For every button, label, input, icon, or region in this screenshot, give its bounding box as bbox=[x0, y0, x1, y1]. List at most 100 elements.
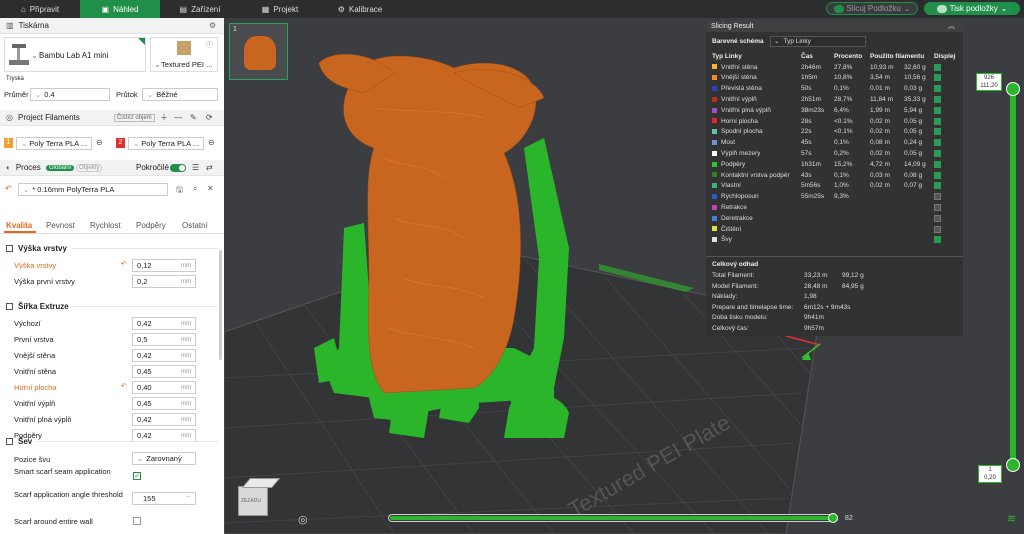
tab-project[interactable]: ▦ Projekt bbox=[240, 0, 320, 18]
printer-select-chevron: ⌄ bbox=[31, 51, 38, 60]
smart-scarf-checkbox[interactable]: ✓ bbox=[133, 472, 141, 480]
scarf-entire-wall-checkbox[interactable] bbox=[133, 517, 141, 525]
tab-preview[interactable]: ▣ Náhled bbox=[80, 0, 160, 18]
line-type-name: Spodní plocha bbox=[721, 128, 763, 136]
scarf-angle-input[interactable]: 155 ⌃ bbox=[132, 492, 196, 505]
print-plate-button[interactable]: Tisk podložky ⌄ bbox=[924, 2, 1020, 15]
layer-top-thumb[interactable] bbox=[1006, 82, 1020, 96]
toggle-global[interactable]: Globální bbox=[46, 164, 75, 171]
camera-icon[interactable]: ◎ bbox=[298, 513, 308, 526]
display-checkbox[interactable] bbox=[934, 203, 941, 211]
search-icon[interactable]: ⌕ bbox=[193, 184, 197, 194]
display-checkbox[interactable] bbox=[934, 128, 941, 136]
reset-value-icon[interactable]: ↶ bbox=[121, 260, 127, 268]
display-cell bbox=[932, 127, 957, 138]
display-checkbox[interactable] bbox=[934, 160, 941, 168]
outer-wall-width-input[interactable]: 0,42 mm bbox=[132, 349, 196, 362]
display-checkbox[interactable] bbox=[934, 236, 941, 244]
filament-item[interactable]: 2 ⌄ Poly Terra PLA ... ⊖ bbox=[116, 136, 220, 151]
clean-volume-button[interactable]: Čistící objem bbox=[114, 113, 155, 122]
process-preset-select[interactable]: ⌄ * 0.16mm PolyTerra PLA bbox=[18, 183, 168, 196]
display-checkbox[interactable] bbox=[934, 139, 941, 147]
solid-infill-width-input[interactable]: 0,42 mm bbox=[132, 413, 196, 426]
printer-card[interactable]: ⌄ Bambu Lab A1 mini bbox=[4, 37, 146, 72]
display-checkbox[interactable] bbox=[934, 214, 941, 222]
info-icon[interactable]: ⓘ bbox=[206, 40, 213, 50]
display-cell bbox=[932, 159, 957, 170]
diameter-select[interactable]: ⌄ 0.4 bbox=[30, 88, 110, 101]
line-type-cell: Rychloposun bbox=[710, 191, 799, 202]
sidebar-scrollbar[interactable] bbox=[219, 250, 222, 360]
process-section-header: ◐ Proces Globální Objekty Pokročilé ☰ ⇄ bbox=[0, 160, 224, 176]
filament-select[interactable]: ⌄ Poly Terra PLA ... bbox=[128, 137, 204, 150]
save-icon[interactable]: 🖫 bbox=[176, 184, 183, 198]
percent-cell bbox=[832, 202, 868, 213]
advanced-toggle[interactable] bbox=[170, 163, 186, 172]
display-checkbox[interactable] bbox=[934, 149, 941, 157]
move-slider-thumb[interactable] bbox=[828, 513, 838, 523]
reset-icon[interactable]: ↶ bbox=[5, 184, 12, 193]
display-checkbox[interactable] bbox=[934, 171, 941, 179]
first-layer-height-input[interactable]: 0,2 mm bbox=[132, 275, 196, 288]
display-cell bbox=[932, 181, 957, 192]
layer-height-input[interactable]: 0,12 mm bbox=[132, 259, 196, 272]
display-checkbox[interactable] bbox=[934, 117, 941, 125]
filament-item[interactable]: 1 ⌄ Poly Terra PLA ... ⊖ bbox=[4, 136, 108, 151]
filament-cell: 4,72 m 14,09 g bbox=[868, 159, 932, 170]
remove-filament-icon[interactable]: — bbox=[174, 113, 182, 122]
display-checkbox[interactable] bbox=[934, 106, 941, 114]
remove-icon[interactable]: ⊖ bbox=[208, 138, 215, 147]
display-checkbox[interactable] bbox=[934, 74, 941, 82]
tab-prepare[interactable]: ⌂ Připravit bbox=[0, 0, 80, 18]
list-icon[interactable]: ☰ bbox=[192, 163, 199, 172]
display-checkbox[interactable] bbox=[934, 85, 941, 93]
collapse-icon[interactable]: ︽ bbox=[948, 21, 955, 31]
filament-length: 1,99 m bbox=[870, 106, 890, 114]
remove-icon[interactable]: ⊖ bbox=[96, 138, 103, 147]
display-checkbox[interactable] bbox=[934, 225, 941, 233]
compare-icon[interactable]: ⇄ bbox=[206, 163, 213, 172]
line-type-name: Most bbox=[721, 139, 736, 147]
view-cube[interactable]: ZEZADU bbox=[238, 478, 281, 520]
plate-thumbnail[interactable]: 1 bbox=[229, 23, 288, 80]
default-width-input[interactable]: 0,42 mm bbox=[132, 317, 196, 330]
sparse-infill-width-input[interactable]: 0,45 mm bbox=[132, 397, 196, 410]
table-row: Horní plocha 28s <0.1% 0,02 m 0,05 g bbox=[710, 116, 957, 127]
close-icon[interactable]: ✕ bbox=[207, 184, 214, 193]
toggle-objects[interactable]: Objekty bbox=[76, 163, 103, 172]
edit-filament-icon[interactable]: ✎ bbox=[190, 113, 197, 122]
layer-bottom-thumb[interactable] bbox=[1006, 458, 1020, 472]
display-checkbox[interactable] bbox=[934, 193, 941, 201]
color-scheme-select[interactable]: ⌄ Typ Linky bbox=[770, 36, 866, 47]
printer-edit-icon[interactable] bbox=[138, 38, 145, 45]
chevron-down-icon: ⌄ bbox=[903, 4, 911, 13]
tab-device[interactable]: ▤ Zařízení bbox=[160, 0, 240, 18]
time-cell: 38m23s bbox=[801, 106, 825, 114]
estimate-value: 1,98 bbox=[804, 293, 817, 301]
first-layer-width-input[interactable]: 0,5 mm bbox=[132, 333, 196, 346]
filament-select[interactable]: ⌄ Poly Terra PLA ... bbox=[16, 137, 92, 150]
stepper-icon[interactable]: ⌃ bbox=[186, 495, 191, 502]
estimate-value: 33,23 m bbox=[804, 272, 828, 279]
settings-gear-icon[interactable]: ⚙ bbox=[209, 21, 216, 30]
display-checkbox[interactable] bbox=[934, 182, 941, 190]
time-cell bbox=[799, 213, 832, 224]
display-checkbox[interactable] bbox=[934, 95, 941, 103]
layer-slider[interactable] bbox=[1010, 90, 1016, 470]
add-filament-icon[interactable]: ＋ bbox=[160, 112, 168, 123]
flow-select[interactable]: ⌄ Běžné bbox=[142, 88, 218, 101]
slice-plate-button[interactable]: Slicuj Podložku ⌄ bbox=[826, 2, 918, 15]
reset-value-icon[interactable]: ↶ bbox=[121, 382, 127, 390]
display-checkbox[interactable] bbox=[934, 63, 941, 71]
plate-card[interactable]: ⓘ ⌄ Textured PEI ... bbox=[150, 37, 218, 72]
seam-position-select[interactable]: ⌄ Zarovnaný bbox=[132, 452, 196, 465]
layers-icon[interactable]: ≋ bbox=[1007, 512, 1016, 525]
sync-filament-icon[interactable]: ⟳ bbox=[206, 113, 213, 122]
top-surface-width-input[interactable]: 0,40 mm bbox=[132, 381, 196, 394]
filament-length: 10,93 m bbox=[870, 63, 894, 71]
line-type-swatch bbox=[712, 86, 717, 92]
percent-cell: 0,1% bbox=[834, 85, 849, 93]
tab-calibration[interactable]: ⚙ Kalibrace bbox=[320, 0, 400, 18]
inner-wall-width-input[interactable]: 0,45 mm bbox=[132, 365, 196, 378]
move-slider[interactable] bbox=[388, 513, 838, 523]
